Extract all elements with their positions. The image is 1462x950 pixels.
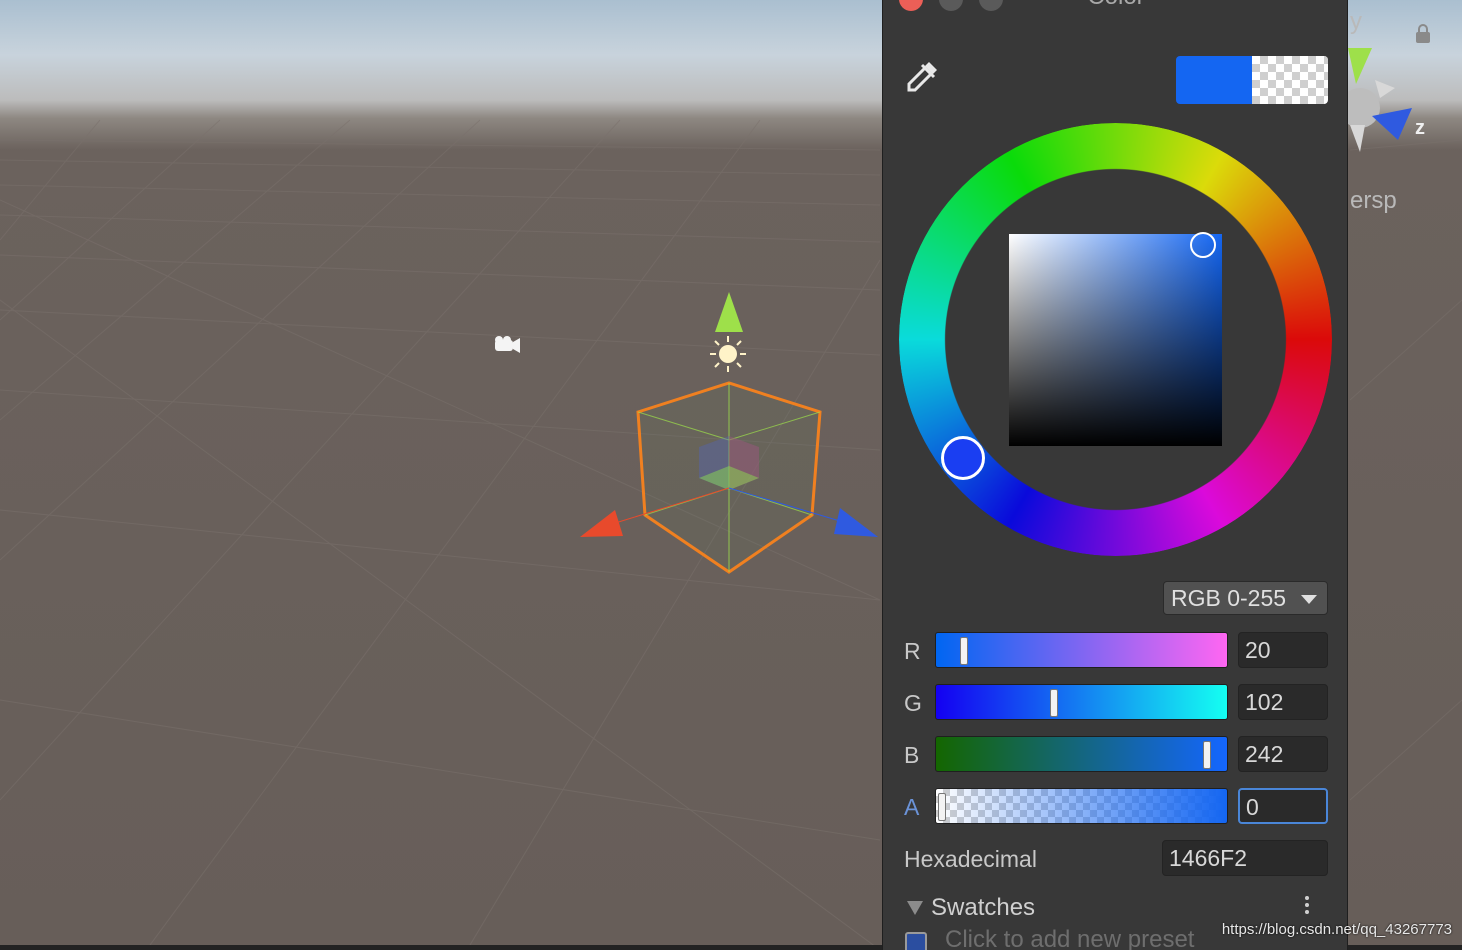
slider-g[interactable]: [935, 684, 1228, 720]
hex-field[interactable]: 1466F2: [1162, 840, 1328, 876]
field-a[interactable]: 0: [1238, 788, 1328, 824]
saturation-value-square[interactable]: [1009, 234, 1222, 446]
hierarchy-tab-partial: y: [1350, 8, 1362, 35]
slider-g-thumb[interactable]: [1050, 689, 1058, 717]
z-axis-handle: [834, 508, 878, 537]
eyedropper-icon[interactable]: [903, 56, 943, 96]
projection-label[interactable]: ersp: [1350, 187, 1397, 215]
swatches-foldout-icon[interactable]: [907, 901, 923, 915]
channel-label-r: R: [904, 638, 921, 664]
field-b[interactable]: 242: [1238, 736, 1328, 772]
color-mode-dropdown[interactable]: RGB 0-255: [1163, 581, 1328, 615]
watermark: https://blog.csdn.net/qq_43267773: [1221, 921, 1452, 938]
channel-label-b: B: [904, 742, 920, 768]
saturation-value-handle[interactable]: [1190, 232, 1216, 258]
swatches-label[interactable]: Swatches: [931, 894, 1035, 922]
slider-b-thumb[interactable]: [1203, 741, 1211, 769]
light-icon[interactable]: [710, 336, 746, 372]
hex-label: Hexadecimal: [904, 846, 1037, 872]
chevron-down-icon: [1301, 595, 1317, 604]
color-mode-label: RGB 0-255: [1171, 585, 1287, 611]
color-preview: [1176, 56, 1328, 104]
color-preview-opaque: [1176, 56, 1252, 104]
y-axis-handle: [715, 292, 743, 332]
channel-label-a: A: [904, 794, 920, 820]
camera-icon[interactable]: [495, 336, 520, 353]
window-title: Color: [883, 0, 1349, 11]
slider-r[interactable]: [935, 632, 1228, 668]
swatches-menu-icon[interactable]: [1302, 893, 1312, 921]
field-g[interactable]: 102: [1238, 684, 1328, 720]
channel-label-g: G: [904, 690, 922, 716]
orientation-gizmo[interactable]: [1340, 48, 1412, 152]
hue-wheel-handle[interactable]: [941, 436, 985, 480]
selected-cube[interactable]: [636, 381, 822, 574]
slider-a[interactable]: [935, 788, 1228, 824]
preset-icon[interactable]: [905, 932, 927, 950]
slider-r-thumb[interactable]: [960, 637, 968, 665]
slider-a-thumb[interactable]: [938, 793, 946, 821]
field-r[interactable]: 20: [1238, 632, 1328, 668]
add-preset-text[interactable]: Click to add new preset: [945, 926, 1194, 950]
z-axis-label[interactable]: z: [1415, 117, 1425, 140]
x-axis-handle: [580, 510, 623, 537]
lock-icon[interactable]: [1416, 24, 1430, 43]
slider-b[interactable]: [935, 736, 1228, 772]
color-preview-alpha: [1252, 56, 1328, 104]
color-picker-window: Color RGB 0-255 R 20 G 102 B 242 A 0 Hex…: [882, 0, 1348, 950]
